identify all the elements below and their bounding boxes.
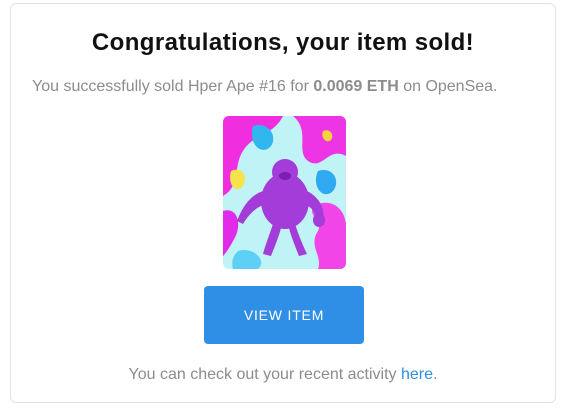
- sale-price: 0.0069 ETH: [313, 78, 399, 95]
- sale-message: You successfully sold Hper Ape #16 for 0…: [32, 78, 498, 96]
- email-card: Congratulations, your item sold! You suc…: [10, 3, 556, 403]
- nft-artwork: [223, 116, 346, 269]
- activity-link[interactable]: here: [401, 366, 433, 383]
- page-title: Congratulations, your item sold!: [91, 29, 475, 56]
- sale-message-suffix: on OpenSea.: [398, 78, 498, 95]
- footer-period: .: [433, 366, 438, 383]
- footer-message: You can check out your recent activity: [128, 366, 401, 383]
- footer-text: You can check out your recent activity h…: [11, 366, 555, 384]
- sale-message-prefix: You successfully sold Hper Ape #16 for: [32, 78, 314, 95]
- ape-nft-image[interactable]: [223, 116, 346, 269]
- view-item-button[interactable]: VIEW ITEM: [204, 286, 364, 344]
